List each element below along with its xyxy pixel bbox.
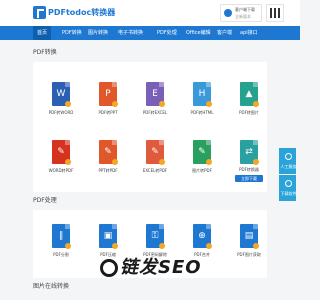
section-title-pdf-convert: PDF转换 bbox=[33, 49, 57, 56]
file-type-glyph: ✎ bbox=[198, 147, 206, 157]
client-download-label: 客户端下载 bbox=[235, 7, 255, 12]
file-type-glyph: H bbox=[198, 89, 206, 99]
file-type-glyph: ⇄ bbox=[245, 147, 253, 157]
tool-tile-label: PDF转EXCEL bbox=[142, 110, 168, 115]
tool-tile-label: PDF图片获取 bbox=[237, 252, 261, 257]
tool-tile-label: PPT转PDF bbox=[98, 168, 118, 173]
file-type-glyph: ▤ bbox=[244, 231, 254, 241]
client-icon bbox=[224, 9, 232, 17]
file-type-glyph: ▣ bbox=[103, 231, 113, 241]
file-type-glyph: ▲ bbox=[245, 89, 253, 99]
convert-badge-icon bbox=[253, 159, 259, 165]
convert-badge-icon bbox=[65, 159, 71, 165]
convert-badge-icon bbox=[159, 101, 165, 107]
tool-tile-label: PDF转PPT bbox=[98, 110, 118, 115]
tool-tile-label: WORD转PDF bbox=[48, 168, 74, 173]
convert-badge-icon bbox=[65, 101, 71, 107]
nav-pdf-convert[interactable]: PDF转换 bbox=[62, 26, 82, 40]
watermark-text: 链发SEO bbox=[120, 257, 202, 278]
tool-tile-label: 图片转PDF bbox=[192, 168, 212, 173]
convert-badge-icon bbox=[159, 159, 165, 165]
convert-badge-icon bbox=[112, 101, 118, 107]
convert-badge-icon bbox=[253, 243, 259, 249]
file-type-glyph: ✎ bbox=[104, 147, 112, 157]
file-type-glyph: ✎ bbox=[57, 147, 65, 157]
watermark-icon bbox=[100, 259, 118, 277]
tool-tile-label: PDF分割 bbox=[53, 252, 69, 257]
convert-badge-icon bbox=[206, 159, 212, 165]
convert-badge-icon bbox=[206, 243, 212, 249]
main-nav: 首页 PDF转换 图片转换 电子书转换 PDF处理 Office编辑 客户端 a… bbox=[0, 26, 300, 40]
section-title-image-convert: 图片在线转换 bbox=[33, 283, 70, 290]
client-version-label: 全新版本 bbox=[235, 14, 251, 19]
tool-tile-label: PDF转WORD bbox=[48, 110, 74, 115]
nav-ebook-convert[interactable]: 电子书转换 bbox=[118, 26, 143, 40]
section-title-pdf-process: PDF处理 bbox=[33, 197, 57, 204]
brand-name[interactable]: PDFtodoc转换器 bbox=[48, 6, 115, 19]
file-type-glyph: P bbox=[105, 89, 111, 99]
nav-client[interactable]: 客户端 bbox=[217, 26, 232, 40]
file-type-glyph: ⊕ bbox=[198, 231, 206, 241]
nav-image-convert[interactable]: 图片转换 bbox=[88, 26, 108, 40]
download-icon bbox=[285, 180, 292, 187]
convert-badge-icon bbox=[253, 101, 259, 107]
file-type-glyph: W bbox=[56, 89, 66, 99]
convert-badge-icon bbox=[65, 243, 71, 249]
nav-pdf-process[interactable]: PDF处理 bbox=[157, 26, 177, 40]
float-download-button[interactable]: 下载软件 bbox=[279, 175, 297, 201]
float-service-label: 人工服务 bbox=[280, 164, 297, 169]
panel-pdf-convert: W PDF转WORD P PDF转PPT E PDF转EXCEL H PDF转HTML ▲ PDF… bbox=[33, 62, 267, 192]
float-download-label: 下载软件 bbox=[280, 191, 297, 196]
tool-tile-label: PDF转HTML bbox=[190, 110, 214, 115]
top-header: PDFtodoc转换器 客户端下载 全新版本 bbox=[0, 0, 300, 26]
app-logo[interactable] bbox=[33, 6, 46, 19]
convert-badge-icon bbox=[112, 159, 118, 165]
file-type-glyph: ∥ bbox=[58, 231, 64, 241]
nav-api[interactable]: api接口 bbox=[240, 26, 258, 40]
download-now-button[interactable]: 立即下载 bbox=[235, 175, 263, 182]
convert-badge-icon bbox=[206, 101, 212, 107]
convert-badge-icon bbox=[159, 243, 165, 249]
file-type-glyph: E bbox=[152, 89, 158, 99]
headset-icon bbox=[285, 153, 292, 160]
tool-tile-label: PDF转图片 bbox=[239, 110, 259, 115]
client-download-box[interactable]: 客户端下载 全新版本 bbox=[220, 4, 262, 22]
convert-badge-icon bbox=[112, 243, 118, 249]
qr-code-icon[interactable] bbox=[266, 4, 284, 22]
file-type-glyph: ⚿ bbox=[151, 231, 159, 241]
tool-tile-label: EXCEL转PDF bbox=[142, 168, 168, 173]
nav-office-edit[interactable]: Office编辑 bbox=[186, 26, 211, 40]
nav-home[interactable]: 首页 bbox=[33, 26, 52, 40]
file-type-glyph: ✎ bbox=[151, 147, 159, 157]
float-service-button[interactable]: 人工服务 bbox=[279, 148, 297, 174]
tool-tile-label: PDF转换器 bbox=[239, 167, 259, 172]
